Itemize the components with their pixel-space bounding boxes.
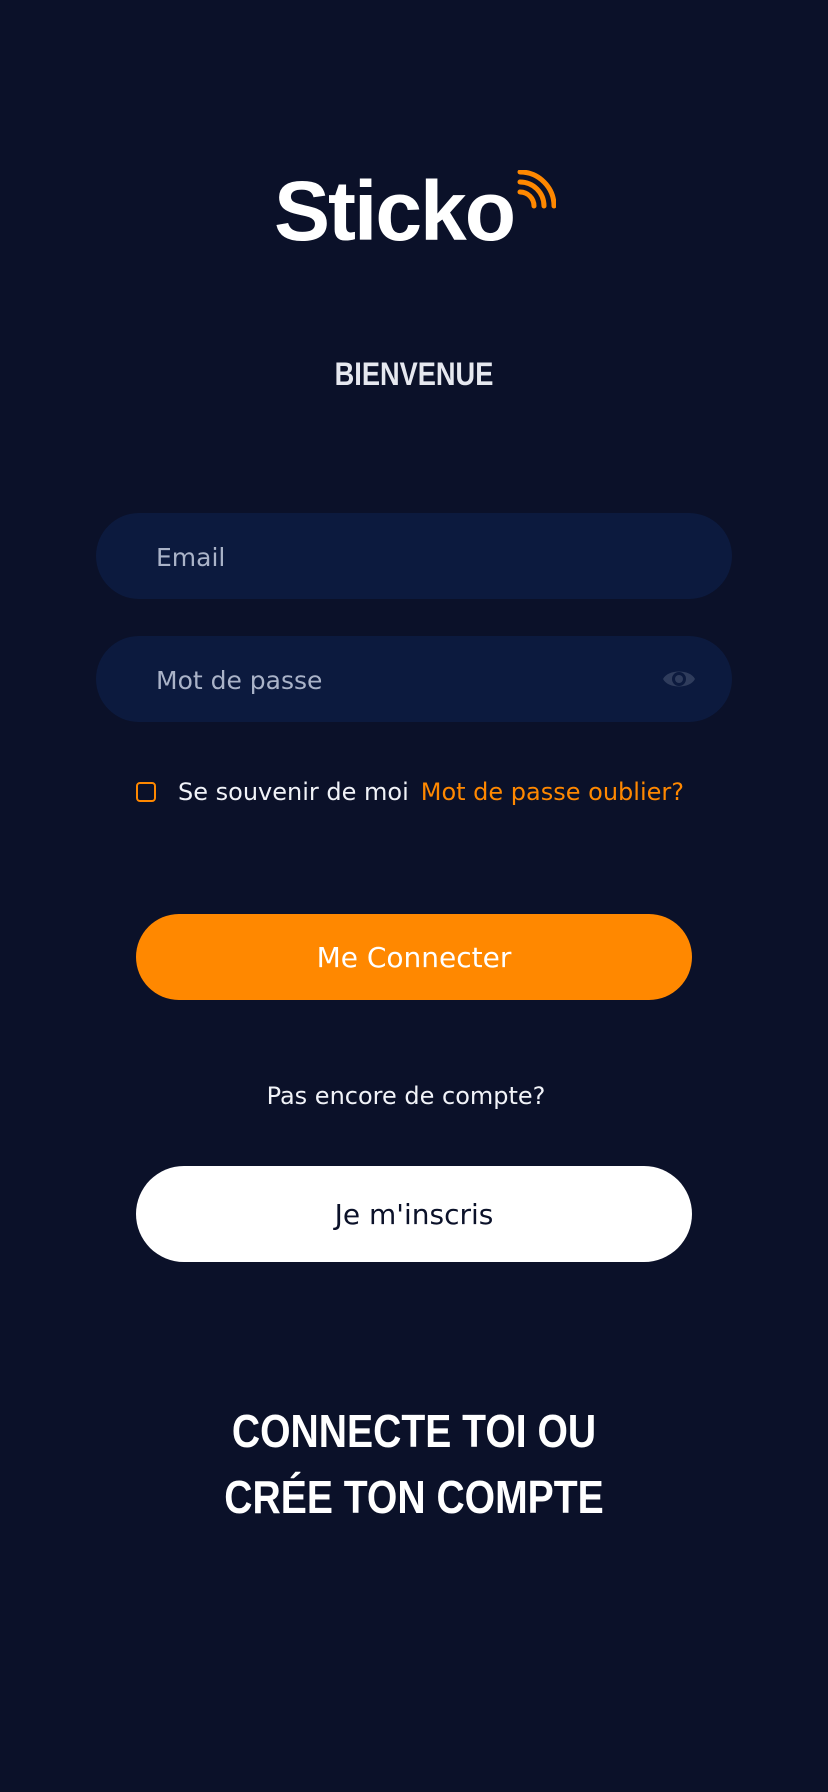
no-account-prompt: Pas encore de compte? xyxy=(266,1082,546,1110)
tagline-line-2: CRÉE TON COMPTE xyxy=(224,1471,604,1523)
remember-me-label: Se souvenir de moi xyxy=(178,778,409,806)
tagline: CONNECTE TOI OU CRÉE TON COMPTE xyxy=(62,1398,766,1530)
remember-me-toggle[interactable]: Se souvenir de moi xyxy=(136,772,409,812)
app-logo: Sticko xyxy=(274,164,556,258)
password-input[interactable] xyxy=(154,636,638,724)
welcome-heading: BIENVENUE xyxy=(334,356,494,392)
signup-button[interactable]: Je m'inscris xyxy=(136,1166,692,1262)
signal-waves-icon xyxy=(517,170,556,209)
forgot-password-link[interactable]: Mot de passe oublier? xyxy=(421,772,684,812)
remember-me-checkbox[interactable] xyxy=(136,782,156,802)
email-field-container xyxy=(96,513,732,601)
logo-text: Sticko xyxy=(274,164,516,258)
password-field-container xyxy=(96,636,732,724)
email-input[interactable] xyxy=(154,513,638,601)
login-button[interactable]: Me Connecter xyxy=(136,914,692,1000)
tagline-line-1: CONNECTE TOI OU xyxy=(231,1405,597,1457)
eye-icon[interactable] xyxy=(662,663,696,695)
